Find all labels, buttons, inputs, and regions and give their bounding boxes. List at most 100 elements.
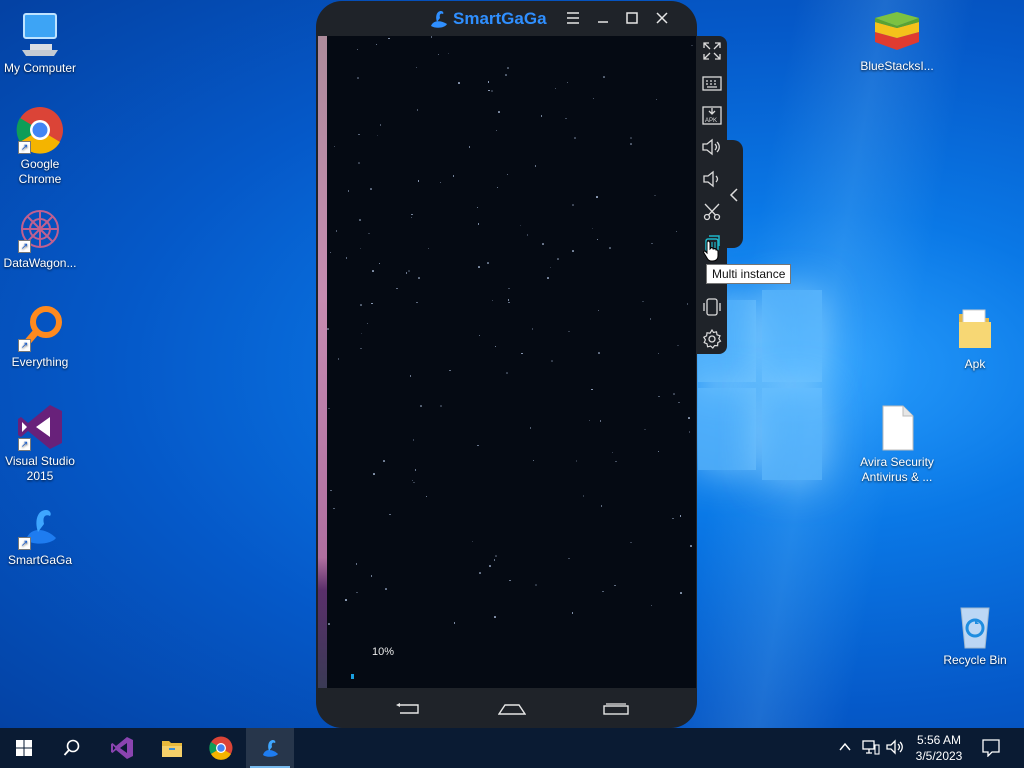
star <box>630 137 632 139</box>
screenshot-button[interactable] <box>700 199 724 223</box>
star <box>378 262 381 265</box>
taskbar-chrome[interactable] <box>197 728 245 768</box>
star <box>591 388 593 391</box>
star <box>360 347 362 350</box>
star <box>654 194 656 197</box>
desktop-icon-datawagon[interactable]: ↗ DataWagon... <box>0 205 80 271</box>
shortcut-arrow-icon: ↗ <box>18 438 31 451</box>
show-hidden-icons-button[interactable] <box>838 740 852 759</box>
apk-icon: APK <box>702 106 722 125</box>
star <box>337 358 340 360</box>
star <box>602 590 604 593</box>
star <box>449 369 451 372</box>
star <box>488 89 490 92</box>
star <box>487 81 490 83</box>
star <box>368 232 370 235</box>
star <box>600 505 603 507</box>
star <box>347 190 350 192</box>
desktop-icon-avira[interactable]: Avira Security Antivirus & ... <box>857 404 937 485</box>
star <box>491 90 493 92</box>
swan-icon <box>263 740 278 757</box>
desktop-icon-visual-studio[interactable]: ↗ Visual Studio 2015 <box>0 403 80 484</box>
desktop-icon-everything[interactable]: ↗ Everything <box>0 304 80 370</box>
star <box>677 344 679 347</box>
desktop-icon-label: Recycle Bin <box>943 653 1007 667</box>
folder-icon <box>951 306 999 354</box>
search-button[interactable] <box>48 728 96 768</box>
desktop-icon-google-chrome[interactable]: ↗ Google Chrome <box>0 106 80 187</box>
shake-button[interactable] <box>700 295 724 319</box>
star <box>379 124 381 126</box>
star <box>672 517 674 520</box>
chevron-left-icon <box>729 188 738 202</box>
taskbar-file-explorer[interactable] <box>148 728 196 768</box>
star <box>521 352 523 355</box>
taskbar-visual-studio[interactable] <box>98 728 146 768</box>
star <box>547 277 549 279</box>
notifications-button[interactable] <box>982 739 1000 762</box>
star <box>554 87 557 90</box>
shortcut-arrow-icon: ↗ <box>18 537 31 550</box>
visual-studio-icon <box>111 737 133 759</box>
desktop-icon-recycle-bin[interactable]: Recycle Bin <box>935 602 1015 668</box>
star <box>657 450 660 452</box>
star <box>371 302 373 305</box>
bluestacks-icon <box>873 8 921 56</box>
desktop-icon-apk-folder[interactable]: Apk <box>935 306 1015 372</box>
start-button[interactable] <box>0 728 48 768</box>
star <box>471 540 474 543</box>
star <box>328 623 330 625</box>
minimize-icon <box>598 21 608 23</box>
star <box>495 555 497 557</box>
clock-date: 3/5/2023 <box>915 749 963 763</box>
swan-logo-icon <box>431 11 447 28</box>
system-clock[interactable]: 5:56 AM 3/5/2023 <box>910 732 968 764</box>
star <box>557 258 559 260</box>
star <box>476 206 479 209</box>
star <box>642 300 644 303</box>
datawagon-icon: ↗ <box>16 205 64 253</box>
star <box>477 444 479 447</box>
maximize-button[interactable] <box>623 10 641 28</box>
star <box>416 109 419 111</box>
star <box>427 247 430 250</box>
star <box>686 303 689 305</box>
star <box>540 115 543 117</box>
star <box>358 162 360 164</box>
back-button[interactable] <box>394 702 422 714</box>
star <box>440 405 442 407</box>
toolbar-collapse-button[interactable] <box>725 140 743 248</box>
shortcut-arrow-icon: ↗ <box>18 240 31 253</box>
network-status[interactable] <box>862 739 880 760</box>
close-button[interactable] <box>653 10 671 28</box>
home-button[interactable] <box>497 702 527 715</box>
shortcut-arrow-icon: ↗ <box>18 141 31 154</box>
star <box>679 515 682 517</box>
keyboard-button[interactable] <box>700 71 724 95</box>
volume-down-button[interactable] <box>700 167 724 191</box>
svg-text:APK: APK <box>705 118 717 124</box>
star <box>508 287 510 290</box>
desktop-icon-bluestacks[interactable]: BlueStacksI... <box>857 8 937 74</box>
android-screen[interactable] <box>327 36 696 688</box>
star <box>358 133 360 136</box>
minimize-button[interactable] <box>594 10 612 28</box>
star <box>345 599 347 601</box>
volume-up-button[interactable] <box>700 135 724 159</box>
taskbar-smartgaga[interactable] <box>246 728 294 768</box>
star <box>658 395 660 398</box>
volume-status[interactable] <box>886 739 904 760</box>
star <box>673 393 675 395</box>
desktop-icon-my-computer[interactable]: My Computer <box>0 10 80 76</box>
menu-button[interactable] <box>564 10 582 28</box>
fullscreen-button[interactable] <box>700 39 724 63</box>
star <box>597 309 600 312</box>
recent-apps-button[interactable] <box>602 702 630 715</box>
folder-icon <box>162 741 182 757</box>
star <box>574 137 576 139</box>
install-apk-button[interactable]: APK <box>700 103 724 127</box>
settings-button[interactable] <box>700 327 724 351</box>
desktop-icon-smartgaga[interactable]: ↗ SmartGaGa <box>0 502 80 568</box>
window-titlebar[interactable]: SmartGaGa <box>316 1 697 37</box>
multi-instance-tooltip: Multi instance <box>706 264 792 284</box>
